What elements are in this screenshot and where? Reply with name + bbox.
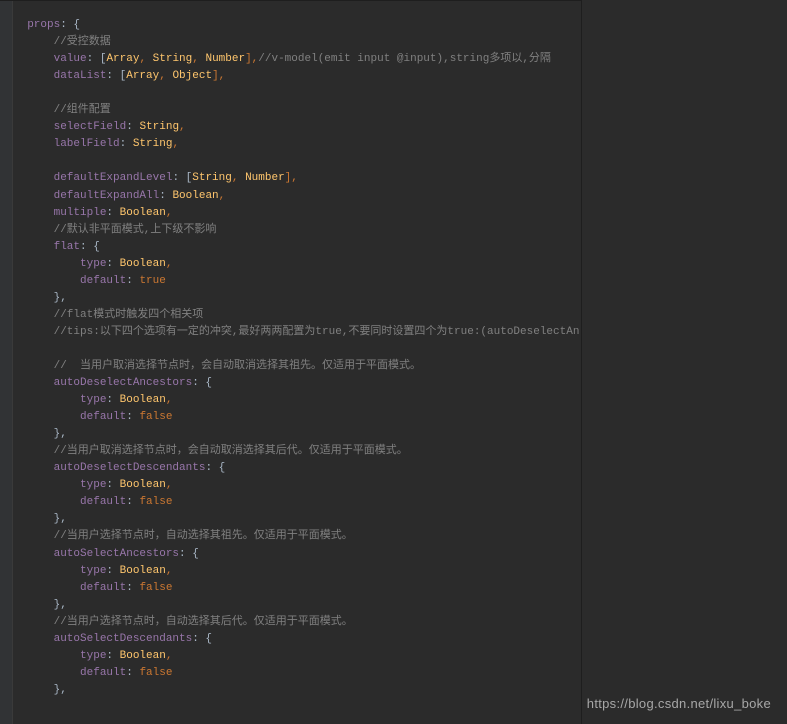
code-token: : { [60, 19, 80, 31]
code-token: value [27, 53, 86, 65]
minimap-pane [581, 0, 787, 724]
editor: props: { //受控数据 value: [Array, String, N… [0, 0, 787, 724]
watermark: https://blog.csdn.net/lixu_boke [587, 694, 771, 714]
code-block: props: { //受控数据 value: [Array, String, N… [14, 17, 580, 724]
code-area[interactable]: props: { //受控数据 value: [Array, String, N… [0, 0, 580, 724]
code-token: props [27, 19, 60, 31]
comment: //受控数据 [27, 36, 111, 48]
